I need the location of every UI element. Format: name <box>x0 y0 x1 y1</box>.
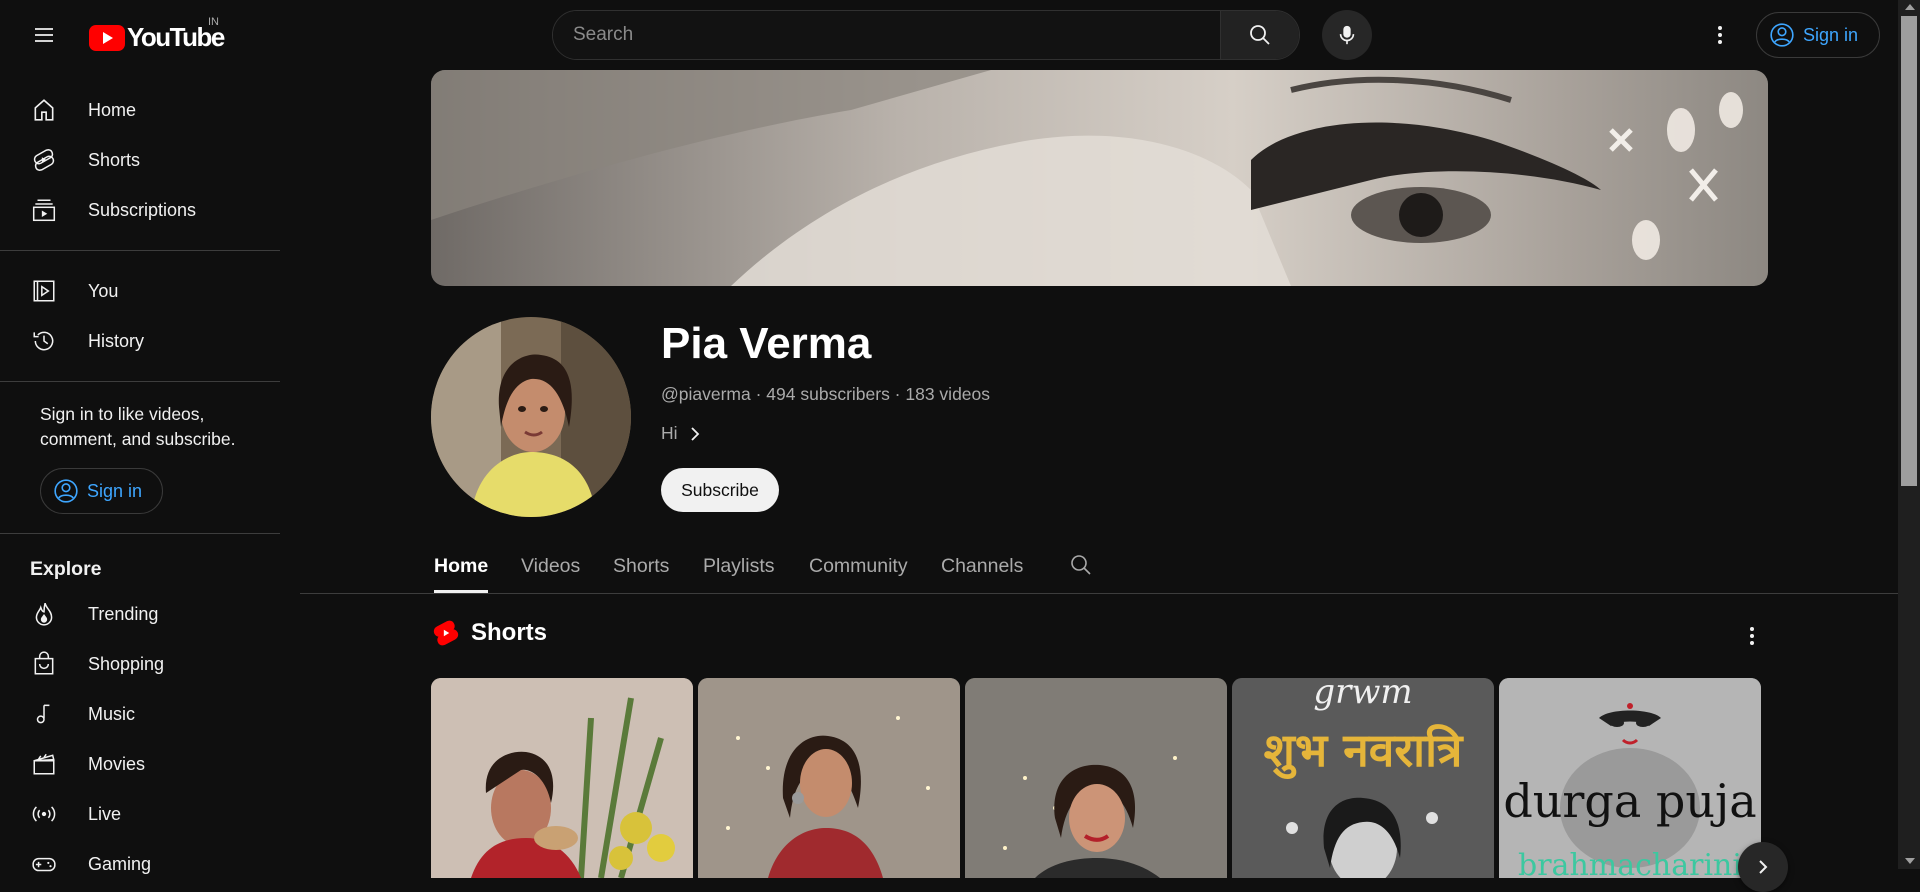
search-input[interactable] <box>553 11 1220 59</box>
sidebar-item-label: You <box>88 280 119 301</box>
youtube-play-icon <box>89 24 125 51</box>
you-library-icon <box>30 277 58 305</box>
signin-prompt-text: Sign in to like videos, comment, and sub… <box>40 404 236 449</box>
tab-channels[interactable]: Channels <box>941 540 1023 593</box>
channel-description-link[interactable]: Hi <box>661 423 702 444</box>
shopping-bag-icon <box>30 650 58 678</box>
signin-button-sidebar[interactable]: Sign in <box>40 468 163 514</box>
signin-label: Sign in <box>87 480 143 501</box>
sidebar-guide: Home Shorts Subscriptions You History Si… <box>0 70 280 874</box>
more-vertical-icon <box>1750 627 1754 645</box>
shorts-section-header: Shorts <box>433 619 547 647</box>
sidebar-item-subscriptions[interactable]: Subscriptions <box>12 185 268 235</box>
youtube-logo[interactable]: YouTube <box>89 22 225 53</box>
tab-community[interactable]: Community <box>809 540 908 593</box>
settings-more-button[interactable] <box>1700 15 1740 55</box>
sidebar-item-label: History <box>88 330 145 351</box>
shorts-next-button[interactable] <box>1738 842 1788 892</box>
voice-search-button[interactable] <box>1322 10 1372 60</box>
channel-meta: @piaverma · 494 subscribers · 183 videos <box>661 384 991 404</box>
sidebar-item-label: Shorts <box>88 149 141 170</box>
sidebar-item-shorts[interactable]: Shorts <box>12 135 268 185</box>
search-icon <box>1250 25 1270 45</box>
sidebar-divider <box>0 381 280 382</box>
sidebar-item-label: Live <box>88 803 122 824</box>
shorts-icon <box>30 146 58 174</box>
subscriptions-icon <box>30 196 58 224</box>
tab-videos[interactable]: Videos <box>521 540 580 593</box>
account-circle-icon <box>54 479 78 503</box>
short-card[interactable]: durga puja brahmacharini <box>1499 678 1761 878</box>
sidebar-item-home[interactable]: Home <box>12 85 268 135</box>
tab-shorts[interactable]: Shorts <box>613 540 669 593</box>
sidebar-item-label: Shopping <box>88 653 165 674</box>
history-icon <box>30 327 58 355</box>
sidebar-item-you[interactable]: You <box>12 266 268 316</box>
tab-home[interactable]: Home <box>434 540 489 593</box>
sidebar-item-history[interactable]: History <box>12 316 268 366</box>
sidebar-item-shopping[interactable]: Shopping <box>12 639 268 689</box>
sidebar-divider <box>0 250 280 251</box>
shorts-logo-icon <box>433 620 459 646</box>
channel-description: Hi <box>661 423 678 443</box>
sidebar-item-live[interactable]: Live <box>12 789 268 839</box>
short-card[interactable] <box>965 678 1227 878</box>
signin-label: Sign in <box>1803 24 1859 45</box>
search-icon <box>1071 555 1091 575</box>
sidebar-item-label: Movies <box>88 753 146 774</box>
tab-playlists[interactable]: Playlists <box>703 540 775 593</box>
scroll-down-arrow-icon[interactable] <box>1905 858 1915 864</box>
shorts-section-title: Shorts <box>471 619 548 646</box>
subscribe-button[interactable]: Subscribe <box>661 468 779 512</box>
short-overlay-subtext: brahmacharini <box>1518 848 1742 878</box>
channel-tabs: Home Videos Shorts Playlists Community C… <box>300 540 1898 594</box>
explore-heading: Explore <box>30 558 102 580</box>
short-overlay-text: durga puja <box>1503 774 1757 828</box>
search-button[interactable] <box>1220 11 1299 59</box>
sidebar-item-movies[interactable]: Movies <box>12 739 268 789</box>
signin-button-header[interactable]: Sign in <box>1756 12 1880 58</box>
scroll-up-arrow-icon[interactable] <box>1905 4 1915 10</box>
chevron-right-icon <box>1759 860 1768 874</box>
short-card[interactable]: grwm शुभ नवरात्रि <box>1232 678 1494 878</box>
account-circle-icon <box>1770 23 1794 47</box>
music-note-icon <box>30 700 58 728</box>
sidebar-item-label: Subscriptions <box>88 199 197 220</box>
channel-search-button[interactable] <box>1066 550 1096 580</box>
movies-clapper-icon <box>30 750 58 778</box>
sidebar-item-label: Home <box>88 99 137 120</box>
gaming-controller-icon <box>30 850 58 878</box>
sidebar-item-label: Music <box>88 703 136 724</box>
channel-avatar[interactable] <box>431 317 631 517</box>
search-box <box>552 10 1300 60</box>
live-broadcast-icon <box>30 800 58 828</box>
hamburger-menu-button[interactable] <box>24 15 64 55</box>
sidebar-item-label: Trending <box>88 603 159 624</box>
trending-icon <box>30 600 58 628</box>
masthead: YouTube IN Sign in <box>0 0 1898 70</box>
channel-page: Pia Verma @piaverma · 494 subscribers · … <box>300 70 1898 892</box>
short-overlay-text: शुभ नवरात्रि <box>1263 723 1463 777</box>
microphone-icon <box>1339 25 1355 45</box>
sidebar-item-gaming[interactable]: Gaming <box>12 839 268 889</box>
sidebar-item-trending[interactable]: Trending <box>12 589 268 639</box>
hamburger-icon <box>35 28 53 42</box>
sidebar-item-label: Gaming <box>88 853 152 874</box>
more-vertical-icon <box>1718 26 1722 44</box>
sidebar-divider <box>0 533 280 534</box>
sidebar-item-music[interactable]: Music <box>12 689 268 739</box>
channel-banner <box>431 70 1768 286</box>
short-card[interactable] <box>698 678 960 878</box>
home-icon <box>30 96 58 124</box>
channel-title: Pia Verma <box>661 319 872 368</box>
region-code: IN <box>208 16 219 28</box>
chevron-right-icon <box>690 426 699 441</box>
short-card[interactable] <box>431 678 693 878</box>
short-overlay-top-text: grwm <box>1313 678 1413 712</box>
shorts-more-button[interactable] <box>1737 621 1767 651</box>
scrollbar-thumb[interactable] <box>1901 16 1917 486</box>
